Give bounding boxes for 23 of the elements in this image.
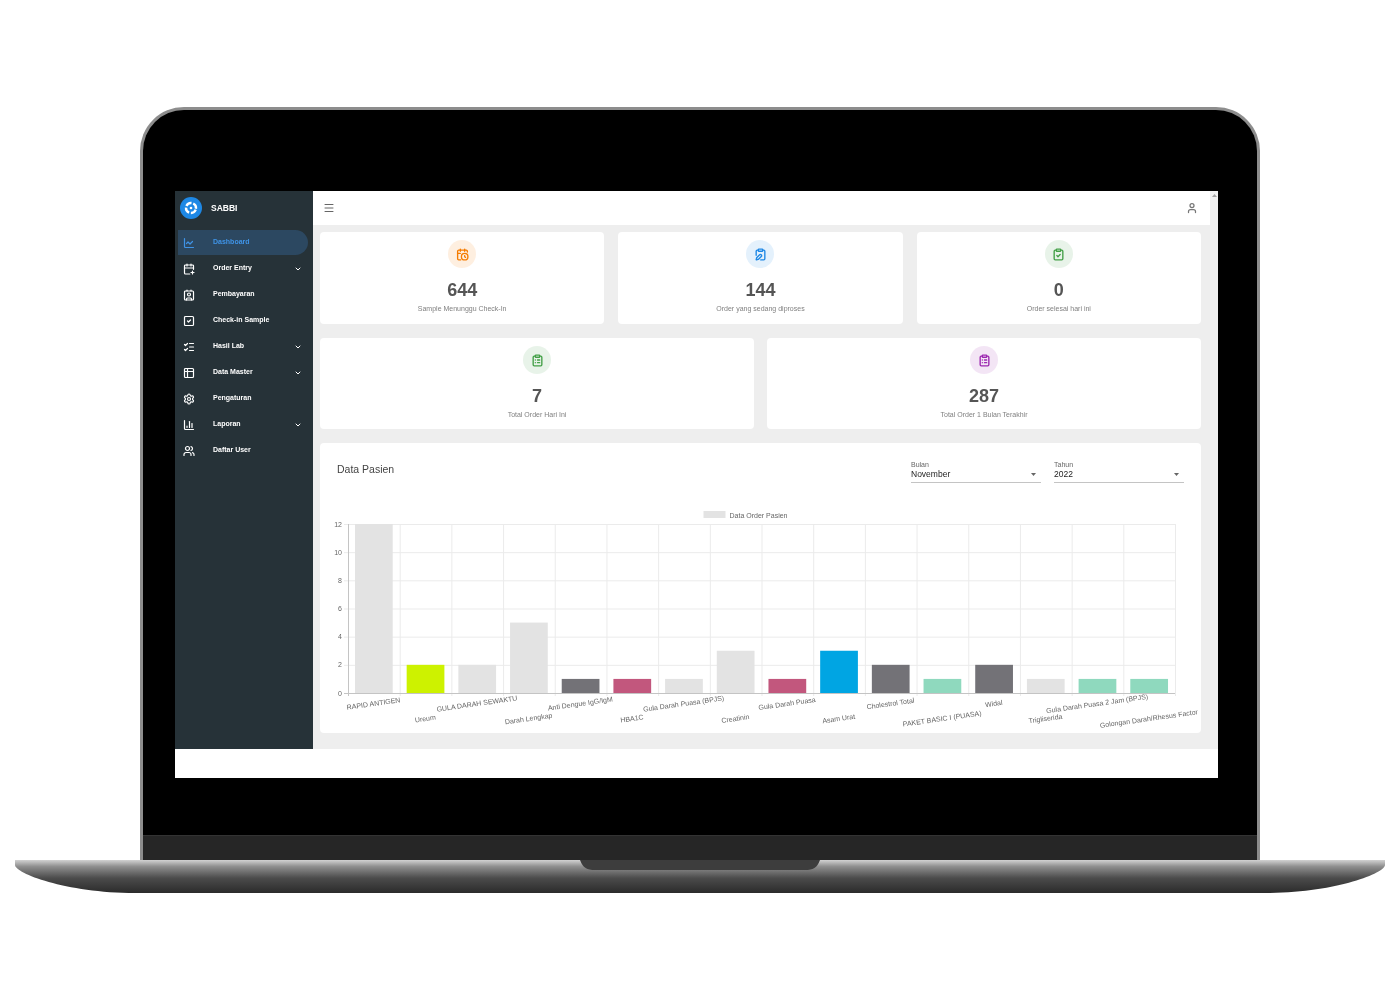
stat-value: 144 [745, 279, 776, 301]
stat-value: 0 [1053, 279, 1064, 301]
stat-value: 7 [532, 385, 542, 407]
settings-icon [183, 392, 195, 405]
caret-icon [1174, 473, 1179, 476]
users-icon [183, 444, 195, 457]
stat-value: 644 [447, 279, 478, 301]
caret-icon [1031, 473, 1036, 476]
stat-value: 287 [968, 385, 999, 407]
line-chart-icon [183, 236, 195, 249]
brand-name: SABBI [211, 201, 238, 215]
logo-icon [180, 197, 202, 219]
table-icon [183, 366, 195, 379]
user-icon[interactable] [1186, 202, 1198, 214]
calendar-plus-icon [183, 262, 195, 275]
checklist-icon [183, 340, 195, 353]
bar-chart-icon [183, 418, 195, 431]
select-field[interactable]: 2022 [1054, 469, 1184, 483]
menu-icon[interactable] [323, 202, 335, 214]
checkbox-icon [183, 314, 195, 327]
panel-title: Data Pasien [337, 463, 395, 476]
contact-card-icon [183, 288, 195, 301]
select-field[interactable]: November [911, 469, 1041, 483]
